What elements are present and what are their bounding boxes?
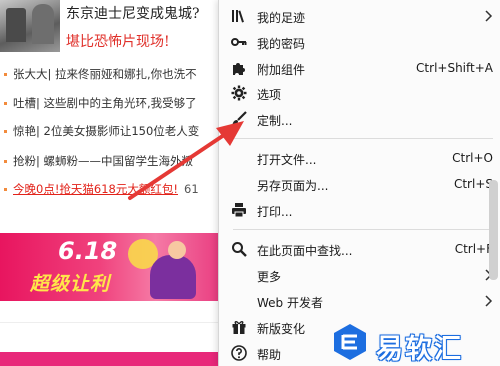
divider	[0, 322, 222, 323]
chevron-right-icon	[485, 10, 493, 22]
news-extra: 61	[184, 182, 199, 196]
news-link[interactable]: 惊艳| 2位美女摄影师让150位老人变	[4, 123, 199, 139]
bullet-icon	[4, 188, 7, 191]
menu-item-shortcut: Ctrl+S	[453, 177, 493, 191]
browser-menu: 我的足迹 我的密码 附加组件 Ctrl+Shift+A 选项 定制... 打开文…	[218, 0, 500, 366]
menu-item-label: Web 开发者	[257, 296, 323, 310]
promo-link[interactable]: 今晚0点!抢天猫618元大额红包! 61	[4, 181, 199, 197]
menu-item-open-file[interactable]: 打开文件... Ctrl+O	[219, 146, 500, 170]
promo-text: 今晚0点!抢天猫618元大额红包!	[13, 182, 178, 196]
gift-icon	[232, 321, 246, 334]
gear-icon	[231, 85, 247, 101]
news-thumbnail[interactable]	[0, 0, 60, 52]
brush-icon	[232, 111, 247, 126]
news-text: 惊艳| 2位美女摄影师让150位老人变	[13, 124, 200, 138]
menu-item-shortcut: Ctrl+O	[452, 151, 493, 165]
menu-item-more[interactable]: 更多	[219, 263, 500, 287]
menu-item-shortcut: Ctrl+Shift+A	[416, 61, 493, 75]
menu-item-save-page[interactable]: 另存页面为... Ctrl+S	[219, 172, 500, 196]
banner-number: 6.18	[58, 237, 118, 265]
promo-banner-2[interactable]	[0, 352, 222, 366]
menu-item-label: 打印...	[257, 205, 293, 219]
news-link[interactable]: 吐槽| 这些剧中的主角光环,我受够了	[4, 95, 197, 111]
menu-item-label: 我的足迹	[257, 11, 306, 25]
menu-item-label: 在此页面中查找...	[257, 244, 353, 258]
news-text: 张大大| 拉来佟丽娅和娜扎,你也洗不	[13, 67, 197, 81]
menu-item-find[interactable]: 在此页面中查找... Ctrl+F	[219, 237, 500, 261]
menu-item-label: 帮助	[257, 348, 282, 362]
help-icon	[231, 345, 247, 361]
menu-item-web-developer[interactable]: Web 开发者	[219, 289, 500, 313]
menu-item-label: 更多	[257, 270, 282, 284]
web-page: 东京迪士尼变成鬼城? 堪比恐怖片现场! 张大大| 拉来佟丽娅和娜扎,你也洗不 吐…	[0, 0, 222, 366]
menu-item-label: 选项	[257, 88, 282, 102]
bullet-icon	[4, 160, 7, 163]
news-text: 抢粉| 螺蛳粉——中国留学生海外叛	[13, 154, 194, 168]
character-decoration	[150, 255, 196, 299]
bullet-icon	[4, 102, 7, 105]
library-icon	[232, 10, 244, 23]
menu-separator	[233, 229, 493, 230]
watermark-logo-icon	[334, 324, 366, 360]
menu-item-history[interactable]: 我的足迹	[219, 4, 500, 28]
menu-item-label: 附加组件	[257, 63, 306, 77]
menu-item-label: 我的密码	[257, 37, 306, 51]
news-text: 吐槽| 这些剧中的主角光环,我受够了	[13, 96, 197, 110]
watermark-text: 易软汇	[376, 334, 463, 365]
news-link[interactable]: 张大大| 拉来佟丽娅和娜扎,你也洗不	[4, 66, 197, 82]
menu-item-print[interactable]: 打印...	[219, 198, 500, 222]
menu-separator	[233, 138, 493, 139]
chevron-right-icon	[485, 295, 493, 307]
key-icon	[231, 38, 247, 46]
watermark: 易软汇	[330, 322, 500, 366]
menu-item-label: 新版变化	[257, 322, 306, 336]
menu-item-options[interactable]: 选项	[219, 81, 500, 105]
headline-1[interactable]: 东京迪士尼变成鬼城?	[66, 3, 200, 23]
promo-banner[interactable]: 6.18 超级让利	[0, 233, 222, 301]
character-head-decoration	[168, 241, 186, 259]
banner-slogan: 超级让利	[30, 273, 111, 295]
search-icon	[232, 242, 247, 257]
scrollbar-thumb[interactable]	[489, 180, 498, 280]
menu-item-label: 另存页面为...	[257, 179, 329, 193]
bullet-icon	[4, 73, 7, 76]
headline-2[interactable]: 堪比恐怖片现场!	[66, 31, 170, 51]
printer-icon	[232, 203, 246, 218]
menu-item-shortcut: Ctrl+F	[454, 242, 493, 256]
news-link[interactable]: 抢粉| 螺蛳粉——中国留学生海外叛	[4, 153, 193, 169]
bullet-icon	[4, 130, 7, 133]
menu-item-label: 定制...	[257, 114, 293, 128]
menu-item-addons[interactable]: 附加组件 Ctrl+Shift+A	[219, 56, 500, 80]
menu-item-passwords[interactable]: 我的密码	[219, 30, 500, 54]
puzzle-icon	[233, 63, 245, 75]
menu-item-label: 打开文件...	[257, 153, 317, 167]
menu-item-customize[interactable]: 定制...	[219, 107, 500, 131]
